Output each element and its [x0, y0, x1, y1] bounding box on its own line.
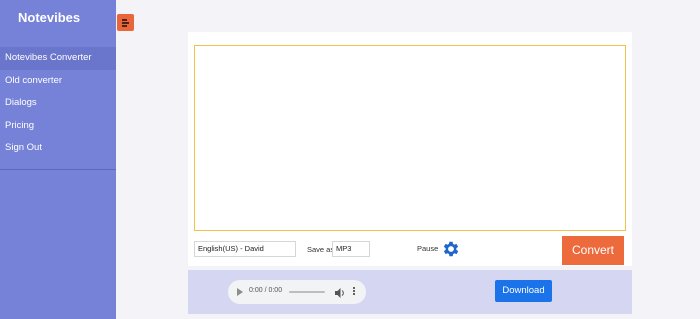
sidebar-item-sign-out[interactable]: Sign Out [0, 137, 116, 160]
sidebar-item-old-converter[interactable]: Old converter [0, 70, 116, 93]
sidebar-item-notevibes-converter[interactable]: Notevibes Converter [0, 47, 116, 70]
save-as-label: Save as [307, 245, 335, 254]
convert-button[interactable]: Convert [562, 236, 624, 265]
text-input-area[interactable] [194, 45, 626, 231]
sidebar-item-dialogs[interactable]: Dialogs [0, 92, 116, 115]
sidebar: Notevibes Notevibes Converter Old conver… [0, 0, 116, 319]
format-select[interactable]: MP3 [332, 241, 370, 257]
audio-player: 0:00 / 0:00 [228, 280, 366, 304]
voice-select[interactable]: English(US) - David [194, 241, 296, 257]
pause-label: Pause [417, 244, 439, 253]
sidebar-toggle-button[interactable] [117, 14, 134, 31]
audio-time: 0:00 / 0:00 [249, 287, 283, 294]
play-icon[interactable] [237, 288, 243, 296]
converter-panel: English(US) - David Save as MP3 Pause Co… [188, 32, 632, 266]
app-title: Notevibes [18, 10, 81, 25]
gear-icon[interactable] [441, 239, 461, 259]
sidebar-divider [0, 169, 116, 170]
volume-icon[interactable] [335, 286, 345, 298]
more-options-icon[interactable] [352, 287, 356, 297]
sidebar-nav: Notevibes Converter Old converter Dialog… [0, 47, 116, 160]
sidebar-item-pricing[interactable]: Pricing [0, 115, 116, 138]
download-button[interactable]: Download [495, 280, 552, 302]
audio-progress[interactable] [289, 291, 325, 293]
player-bar: 0:00 / 0:00 Download [188, 270, 632, 314]
